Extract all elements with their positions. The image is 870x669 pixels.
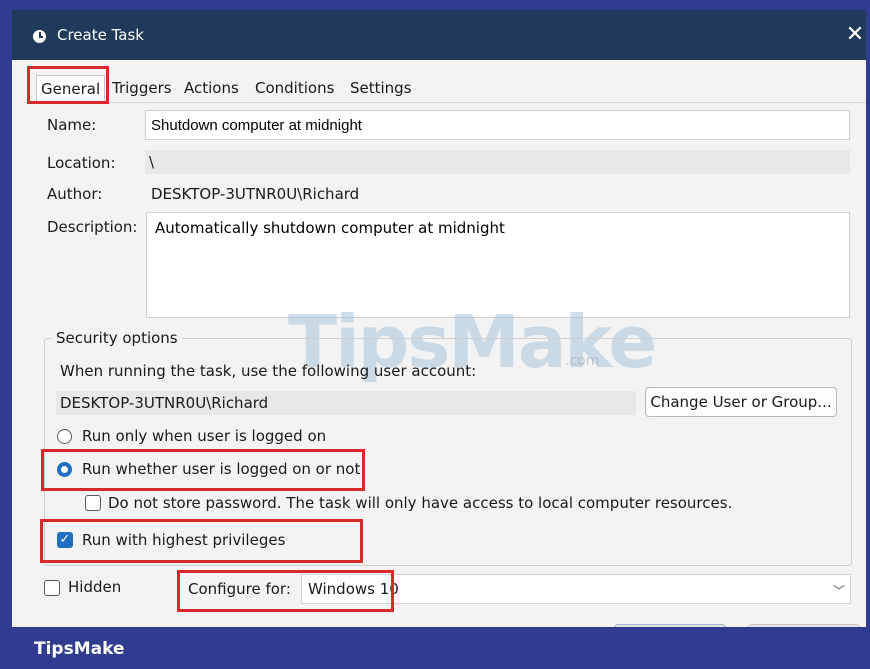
hidden-label: Hidden bbox=[68, 578, 122, 596]
frame-right bbox=[866, 0, 870, 669]
account-prompt: When running the task, use the following… bbox=[60, 362, 477, 380]
close-button[interactable]: ✕ bbox=[845, 24, 865, 48]
description-label: Description: bbox=[47, 218, 138, 236]
change-user-button[interactable]: Change User or Group... bbox=[645, 387, 837, 417]
footer-bar bbox=[0, 627, 870, 669]
do-not-store-password-checkbox[interactable] bbox=[85, 495, 101, 511]
location-value: \ bbox=[145, 150, 850, 174]
do-not-store-password-label: Do not store password. The task will onl… bbox=[108, 494, 733, 512]
radio-logged-on[interactable] bbox=[57, 429, 72, 444]
highlight-configure-for bbox=[177, 570, 394, 612]
author-label: Author: bbox=[47, 185, 103, 203]
frame-left bbox=[0, 0, 12, 669]
security-options-title: Security options bbox=[52, 329, 182, 347]
window-title: Create Task bbox=[57, 26, 144, 44]
radio-logged-on-label: Run only when user is logged on bbox=[82, 427, 327, 445]
tab-triggers[interactable]: Triggers bbox=[108, 75, 176, 101]
tab-settings[interactable]: Settings bbox=[346, 75, 416, 101]
hidden-checkbox[interactable] bbox=[44, 580, 60, 596]
name-label: Name: bbox=[47, 116, 97, 134]
name-field[interactable] bbox=[145, 110, 850, 140]
highlight-general-tab bbox=[27, 66, 109, 104]
account-value: DESKTOP-3UTNR0U\Richard bbox=[56, 391, 636, 415]
tab-conditions[interactable]: Conditions bbox=[251, 75, 338, 101]
footer-brand: TipsMake bbox=[34, 639, 125, 659]
location-label: Location: bbox=[47, 154, 116, 172]
clock-icon bbox=[33, 30, 46, 43]
tab-actions[interactable]: Actions bbox=[180, 75, 243, 101]
chevron-down-icon: ﹀ bbox=[833, 584, 846, 598]
highlight-run-whether bbox=[41, 449, 365, 491]
author-value: DESKTOP-3UTNR0U\Richard bbox=[151, 185, 360, 203]
frame-top bbox=[0, 0, 870, 10]
highlight-highest-privileges bbox=[40, 519, 363, 563]
close-icon: ✕ bbox=[845, 22, 865, 47]
